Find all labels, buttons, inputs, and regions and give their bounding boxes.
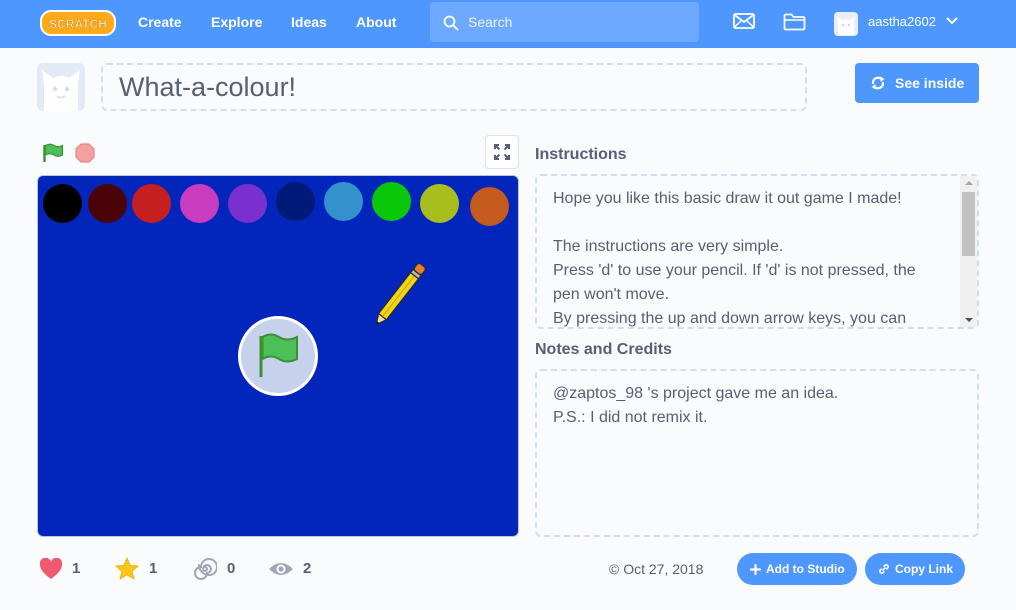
color-swatch-navy[interactable]: [276, 182, 315, 221]
color-swatch-red[interactable]: [132, 184, 171, 223]
color-swatch-black[interactable]: [43, 184, 82, 223]
logo-text: SCRATCH: [49, 17, 107, 31]
nav-link-explore[interactable]: Explore: [211, 13, 262, 31]
notes-paragraph: @zaptos_98 's project gave me an idea.: [553, 385, 839, 402]
views-eye-icon: [269, 563, 293, 575]
color-swatch-yellow-green[interactable]: [420, 184, 459, 223]
see-inside-icon: [871, 76, 885, 90]
link-icon: [879, 564, 889, 574]
username[interactable]: aastha2602: [868, 14, 936, 30]
green-flag-icon: [259, 333, 298, 377]
notes-heading: Notes and Credits: [535, 341, 672, 358]
nav-link-create[interactable]: Create: [138, 13, 182, 31]
scrollbar-thumb[interactable]: [962, 192, 975, 256]
cat-avatar-icon: [837, 16, 855, 35]
notes-paragraph: P.S.: I did not remix it.: [553, 409, 708, 426]
scroll-down-arrow-icon[interactable]: [965, 318, 973, 322]
big-green-flag-button[interactable]: [238, 316, 318, 396]
copy-link-label: Copy Link: [895, 562, 954, 576]
fullscreen-button[interactable]: [485, 135, 519, 169]
love-heart-icon[interactable]: [39, 558, 63, 580]
see-inside-button[interactable]: See inside: [855, 63, 979, 103]
instructions-paragraph: The instructions are very simple.: [553, 238, 784, 255]
notes-text[interactable]: @zaptos_98 's project gave me an idea. P…: [535, 369, 979, 537]
instructions-scrollbar[interactable]: [960, 176, 977, 327]
instructions-heading: Instructions: [535, 146, 627, 163]
color-swatch-orange[interactable]: [470, 187, 509, 226]
instructions-blank-line: [553, 211, 959, 235]
nav-link-about[interactable]: About: [356, 13, 396, 31]
nav-link-ideas[interactable]: Ideas: [291, 13, 327, 31]
instructions-paragraph: By pressing the up and down arrow keys, …: [553, 310, 907, 327]
search-icon: [443, 15, 459, 31]
color-swatch-dark-red[interactable]: [88, 184, 127, 223]
pencil-sprite: [375, 262, 426, 326]
search-input[interactable]: [468, 2, 688, 42]
my-stuff-folder-icon[interactable]: [783, 13, 806, 31]
color-swatch-purple[interactable]: [228, 184, 267, 223]
color-swatch-green[interactable]: [372, 182, 411, 221]
color-swatch-pink[interactable]: [180, 184, 219, 223]
views-count: 2: [303, 560, 312, 577]
shared-date: © Oct 27, 2018: [609, 561, 704, 577]
love-count: 1: [72, 560, 81, 577]
instructions-paragraph: Hope you like this basic draw it out gam…: [553, 190, 902, 207]
favorite-count: 1: [149, 560, 158, 577]
scratch-logo[interactable]: SCRATCH: [40, 9, 116, 37]
fullscreen-icon: [494, 144, 510, 160]
remix-count: 0: [227, 560, 236, 577]
green-flag-icon[interactable]: [42, 143, 64, 163]
color-swatch-light-blue[interactable]: [324, 182, 363, 221]
top-nav-bar: SCRATCH Create Explore Ideas About aasth…: [0, 0, 1016, 48]
add-to-studio-label: Add to Studio: [766, 562, 845, 576]
chevron-down-icon[interactable]: [946, 17, 958, 25]
see-inside-label: See inside: [895, 75, 965, 91]
messages-icon[interactable]: [733, 13, 755, 29]
stop-icon[interactable]: [75, 143, 95, 163]
instructions-text[interactable]: Hope you like this basic draw it out gam…: [535, 174, 979, 329]
cat-avatar-icon: [42, 70, 80, 111]
scroll-up-arrow-icon[interactable]: [965, 181, 973, 185]
add-to-studio-button[interactable]: Add to Studio: [737, 553, 857, 585]
instructions-paragraph: Press 'd' to use your pencil. If 'd' is …: [553, 262, 916, 303]
project-author-avatar[interactable]: [37, 63, 85, 111]
project-title[interactable]: What-a-colour!: [101, 63, 807, 111]
plus-icon: [750, 564, 761, 575]
user-avatar[interactable]: [834, 12, 858, 36]
search-bar[interactable]: [430, 2, 699, 42]
favorite-star-icon[interactable]: [115, 557, 139, 580]
remix-spiral-icon: [194, 558, 217, 580]
copy-link-button[interactable]: Copy Link: [865, 553, 965, 585]
